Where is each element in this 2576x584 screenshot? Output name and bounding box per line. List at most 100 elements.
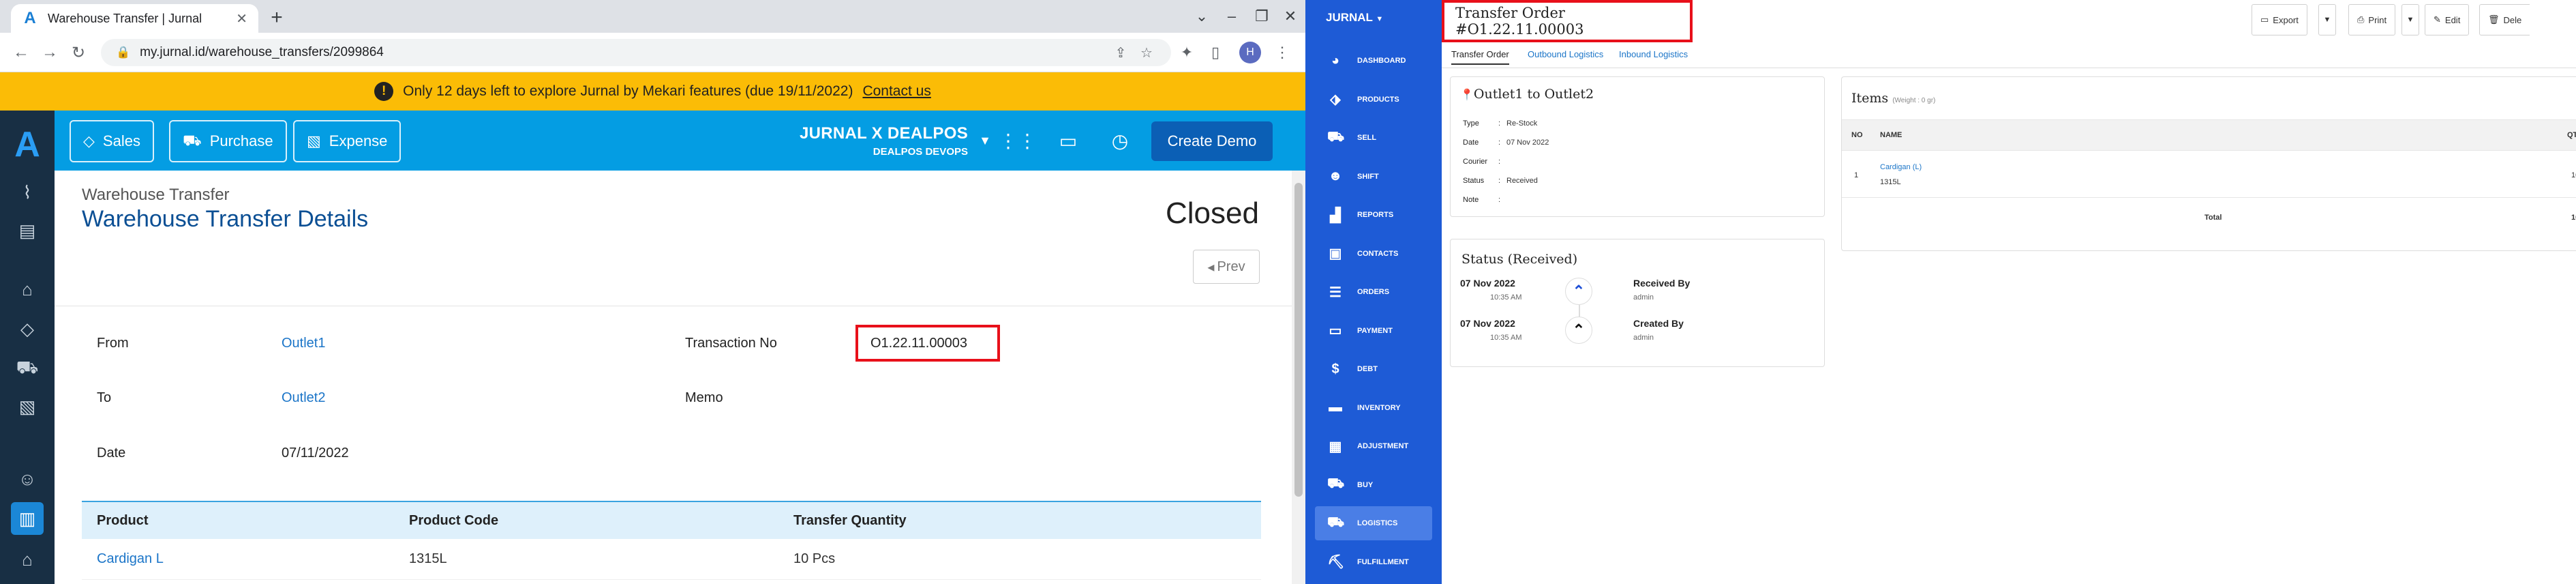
dealpos-main: Transfer Order #O1.22.11.00003 ▭ Export ▼… bbox=[1442, 0, 2576, 584]
user-clock-icon: ☻ bbox=[1328, 169, 1343, 184]
status-card: Status (Received) 07 Nov 2022 10:35 AM ⌃… bbox=[1450, 239, 1825, 367]
item-name-link[interactable]: Cardigan (L) bbox=[1880, 163, 1922, 171]
export-dropdown-caret[interactable]: ▼ bbox=[2318, 4, 2336, 35]
header-name: NAME bbox=[1880, 131, 1903, 139]
contact-us-link[interactable]: Contact us bbox=[862, 83, 930, 100]
clock-icon[interactable]: ◷ bbox=[1106, 127, 1134, 154]
nav-item-products[interactable]: ⬗ PRODUCTS bbox=[1315, 83, 1432, 117]
box-icon: ▬ bbox=[1329, 400, 1342, 415]
nav-item-buy[interactable]: ⛟ BUY bbox=[1315, 468, 1432, 502]
page-scrollbar[interactable] bbox=[1292, 171, 1305, 584]
items-weight: (Weight : 0 gr) bbox=[1892, 97, 1936, 104]
expense-icon[interactable]: ▧ bbox=[11, 390, 44, 423]
side-panel-icon[interactable]: ▯ bbox=[1205, 42, 1226, 63]
tab-outbound-logistics[interactable]: Outbound Logistics bbox=[1528, 49, 1603, 59]
nav-item-reports[interactable]: ▟ REPORTS bbox=[1315, 198, 1432, 232]
chat-icon[interactable]: ▭ bbox=[1055, 127, 1082, 154]
export-button[interactable]: ▭ Export bbox=[2252, 4, 2307, 35]
tag-icon: ⬗ bbox=[1330, 92, 1341, 107]
nav-item-adjustment[interactable]: ▦ ADJUSTMENT bbox=[1315, 429, 1432, 463]
nav-item-payment[interactable]: ▭ PAYMENT bbox=[1315, 314, 1432, 348]
brand-menu[interactable]: JURNAL ▼ bbox=[1326, 11, 1383, 25]
product-link[interactable]: Cardigan L bbox=[82, 551, 409, 567]
browser-menu-icon[interactable]: ⋮ bbox=[1272, 42, 1292, 63]
transfer-status: Closed bbox=[1166, 196, 1259, 230]
prev-label: Prev bbox=[1217, 259, 1245, 274]
print-button[interactable]: ⎙ Print bbox=[2348, 4, 2396, 35]
inventory-icon[interactable]: ▥ bbox=[11, 502, 44, 535]
truck-icon: ⛟ bbox=[1327, 514, 1345, 530]
browser-tab[interactable]: A Warehouse Transfer | Jurnal ✕ bbox=[11, 4, 258, 33]
total-value: 10 bbox=[2571, 214, 2576, 222]
breadcrumb[interactable]: Warehouse Transfer bbox=[82, 186, 230, 205]
items-card: Items (Weight : 0 gr) NO NAME QTY 1 Card… bbox=[1841, 76, 2576, 251]
chevron-down-icon[interactable]: ▼ bbox=[971, 127, 999, 154]
create-demo-button[interactable]: Create Demo bbox=[1151, 121, 1273, 161]
edit-button[interactable]: ✎ Edit bbox=[2425, 4, 2470, 35]
close-tab-icon[interactable]: ✕ bbox=[236, 10, 247, 27]
nav-item-fulfillment[interactable]: ⛏ FULFILLMENT bbox=[1315, 545, 1432, 579]
dashboard-chart-icon[interactable]: ⌇ bbox=[11, 176, 44, 209]
assets-icon[interactable]: ⌂ bbox=[11, 543, 44, 576]
share-icon[interactable]: ⇪ bbox=[1111, 43, 1130, 62]
minimize-button[interactable]: – bbox=[1217, 4, 1247, 29]
contacts-icon: ▣ bbox=[1329, 246, 1342, 261]
summary-value: 07 Nov 2022 bbox=[1506, 138, 1549, 147]
to-value-link[interactable]: Outlet2 bbox=[282, 390, 325, 406]
tab-transfer-order[interactable]: Transfer Order bbox=[1451, 49, 1509, 65]
tab-search-icon[interactable]: ⌄ bbox=[1187, 4, 1217, 29]
chart-icon: ▟ bbox=[1330, 207, 1341, 223]
forward-icon[interactable]: → bbox=[38, 41, 61, 64]
extensions-icon[interactable]: ✦ bbox=[1177, 42, 1197, 63]
nav-item-sell[interactable]: ⛟ SELL bbox=[1315, 121, 1432, 155]
bank-icon[interactable]: ⌂ bbox=[11, 273, 44, 306]
tab-inbound-logistics[interactable]: Inbound Logistics bbox=[1619, 49, 1688, 59]
nav-item-inventory[interactable]: ▬ INVENTORY bbox=[1315, 391, 1432, 425]
summary-label: Courier bbox=[1463, 158, 1488, 166]
nav-item-shift[interactable]: ☻ SHIFT bbox=[1315, 160, 1432, 194]
from-value-link[interactable]: Outlet1 bbox=[282, 336, 325, 351]
expense-button[interactable]: ▧ Expense bbox=[293, 120, 401, 162]
item-code: 1315L bbox=[1880, 178, 1901, 186]
nav-item-orders[interactable]: ☰ ORDERS bbox=[1315, 275, 1432, 309]
company-switcher[interactable]: JURNAL X DEALPOS DEALPOS DEVOPS bbox=[750, 124, 968, 158]
nav-item-label: INVENTORY bbox=[1357, 403, 1401, 412]
chevron-up-icon: ⌃ bbox=[1565, 317, 1592, 344]
item-qty: 10 bbox=[2571, 171, 2576, 179]
contacts-icon[interactable]: ☺ bbox=[11, 463, 44, 495]
nav-item-label: REPORTS bbox=[1357, 211, 1394, 219]
profile-avatar[interactable]: H bbox=[1239, 42, 1261, 63]
reload-icon[interactable]: ↻ bbox=[67, 41, 90, 64]
summary-colon: : bbox=[1498, 177, 1501, 185]
nav-item-logistics[interactable]: ⛟ LOGISTICS bbox=[1315, 506, 1432, 540]
new-tab-button[interactable]: + bbox=[264, 5, 289, 30]
info-icon: ! bbox=[374, 82, 394, 101]
nav-item-dashboard[interactable]: ◕ DASHBOARD bbox=[1315, 44, 1432, 78]
url-field[interactable]: 🔒 my.jurnal.id/warehouse_transfers/20998… bbox=[101, 39, 1171, 66]
nav-item-contacts[interactable]: ▣ CONTACTS bbox=[1315, 237, 1432, 271]
jurnal-logo-icon[interactable]: A bbox=[8, 125, 46, 164]
jurnal-favicon-icon: A bbox=[24, 9, 36, 27]
purchase-cart-icon[interactable]: ⛟ bbox=[11, 352, 44, 385]
delete-button[interactable]: 🗑 Dele bbox=[2479, 4, 2530, 35]
scrollbar-thumb[interactable] bbox=[1294, 183, 1303, 497]
nav-item-debt[interactable]: $ DEBT bbox=[1315, 352, 1432, 386]
close-window-button[interactable]: ✕ bbox=[1275, 4, 1305, 29]
print-dropdown-caret[interactable]: ▼ bbox=[2401, 4, 2419, 35]
purchase-button[interactable]: ⛟ Purchase bbox=[169, 120, 287, 162]
cart-icon: ⛟ bbox=[1327, 476, 1345, 491]
export-label: Export bbox=[2273, 14, 2299, 25]
to-label: To bbox=[97, 390, 112, 405]
page-title: Warehouse Transfer Details bbox=[82, 206, 369, 232]
sales-tag-icon[interactable]: ◇ bbox=[11, 312, 44, 345]
dealpos-app: JURNAL ▼ ◕ DASHBOARD ⬗ PRODUCTS ⛟ SELL ☻ SHIFT ▟… bbox=[1305, 0, 2576, 584]
sales-button[interactable]: ◇ Sales bbox=[70, 120, 154, 162]
prev-button[interactable]: ◂ Prev bbox=[1193, 250, 1260, 284]
event-title: Created By bbox=[1633, 318, 1684, 329]
back-icon[interactable]: ← bbox=[10, 41, 33, 64]
restore-button[interactable]: ❐ bbox=[1247, 4, 1277, 29]
apps-grid-icon[interactable]: ⋮⋮ bbox=[999, 127, 1037, 154]
summary-colon: : bbox=[1498, 158, 1501, 166]
report-icon[interactable]: ▤ bbox=[11, 214, 44, 247]
bookmark-star-icon[interactable]: ☆ bbox=[1137, 43, 1156, 62]
